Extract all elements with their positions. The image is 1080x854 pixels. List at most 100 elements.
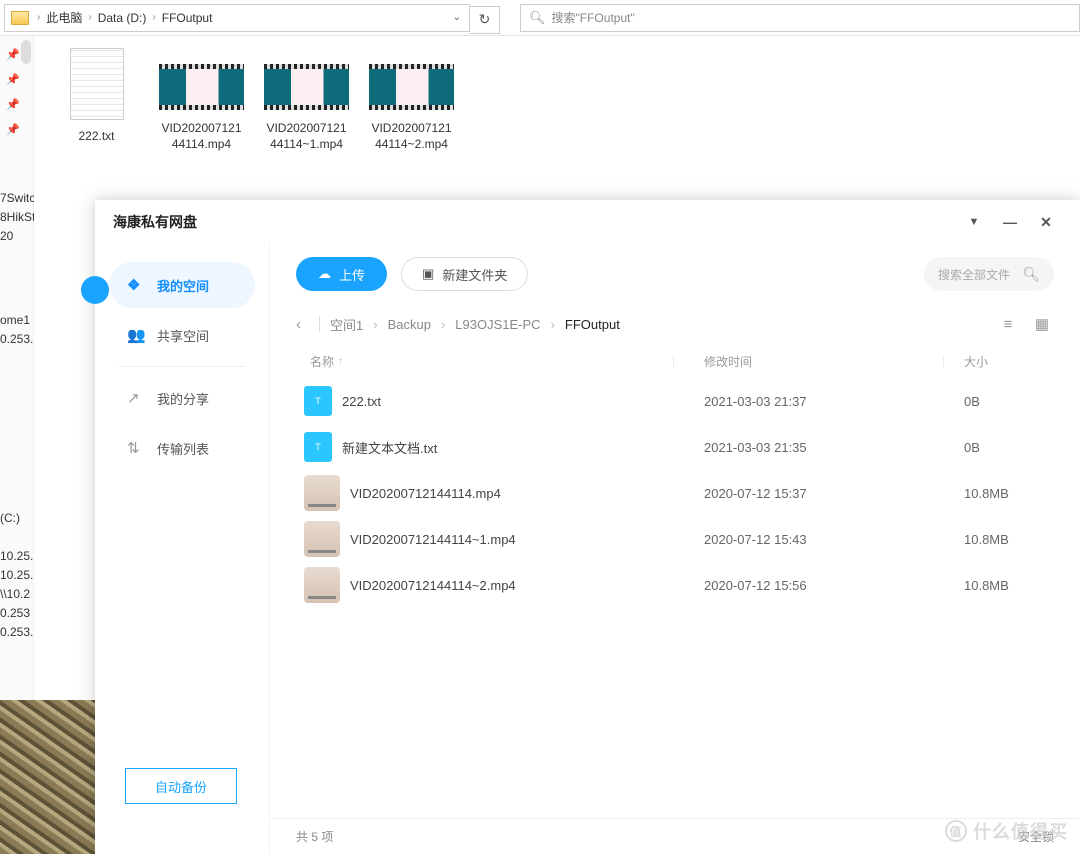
search-placeholder: 搜索"FFOutput" xyxy=(552,9,635,26)
window-title: 海康私有网盘 xyxy=(113,212,197,232)
upload-button[interactable]: ☁ 上传 xyxy=(296,257,387,291)
cloud-toolbar: ☁ 上传 ▣ 新建文件夹 搜索全部文件 🔍︎ xyxy=(270,244,1080,304)
file-row[interactable]: T222.txt2021-03-03 21:370B xyxy=(270,378,1080,424)
file-date: 2021-03-03 21:37 xyxy=(704,394,964,409)
file-name: VID20200712144114~1.mp4 xyxy=(264,120,349,152)
breadcrumb-item[interactable]: Data (D:) xyxy=(94,11,151,25)
file-item[interactable]: VID20200712144114.mp4 xyxy=(159,48,244,152)
sidebar-item-label: 共享空间 xyxy=(157,326,209,345)
file-name: VID20200712144114~1.mp4 xyxy=(350,532,704,547)
space-icon: ❖ xyxy=(127,276,145,294)
file-row[interactable]: VID20200712144114~2.mp42020-07-12 15:561… xyxy=(270,562,1080,608)
sidebar-item-label: 我的分享 xyxy=(157,389,209,408)
search-icon: 🔍︎ xyxy=(1022,266,1040,283)
column-size[interactable]: 大小 xyxy=(964,353,1054,370)
people-icon: 👥 xyxy=(127,326,145,344)
file-size: 10.8MB xyxy=(964,486,1054,501)
chevron-right-icon: › xyxy=(86,12,93,23)
file-size: 0B xyxy=(964,394,1054,409)
file-size: 0B xyxy=(964,440,1054,455)
sidebar-item-my-share[interactable]: ↗ 我的分享 xyxy=(109,375,255,421)
file-name: VID20200712144114~2.mp4 xyxy=(369,120,454,152)
chevron-right-icon: › xyxy=(441,317,445,332)
explorer-address-bar: › 此电脑 › Data (D:) › FFOutput ⌄ ↻ 🔍︎ 搜索"F… xyxy=(0,0,1080,36)
list-view-icon[interactable]: ≡ xyxy=(996,316,1020,333)
chevron-right-icon: › xyxy=(35,12,42,23)
column-name[interactable]: 名称 ↑ xyxy=(310,353,704,370)
breadcrumb-item[interactable]: 空间1 xyxy=(330,315,363,334)
file-size: 10.8MB xyxy=(964,532,1054,547)
file-row[interactable]: VID20200712144114~1.mp42020-07-12 15:431… xyxy=(270,516,1080,562)
search-icon: 🔍︎ xyxy=(529,10,546,26)
close-button[interactable]: ✕ xyxy=(1028,214,1064,231)
sidebar-item-shared-space[interactable]: 👥 共享空间 xyxy=(109,312,255,358)
sidebar-item-label: 传输列表 xyxy=(157,439,209,458)
back-button[interactable]: ‹ xyxy=(296,316,309,333)
watermark: 值 什么值得买 xyxy=(945,818,1068,844)
file-name: VID20200712144114.mp4 xyxy=(159,120,244,152)
video-thumb-icon xyxy=(264,64,349,110)
breadcrumb-item-current: FFOutput xyxy=(565,317,620,332)
minimize-button[interactable]: — xyxy=(992,214,1028,230)
video-thumb-icon xyxy=(304,521,340,557)
sidebar-item-transfer-list[interactable]: ⇅ 传输列表 xyxy=(109,425,255,471)
grid-view-icon[interactable]: ▦ xyxy=(1030,315,1054,333)
sidebar-item-label: 我的空间 xyxy=(157,276,209,295)
sidebar-item-my-space[interactable]: ❖ 我的空间 xyxy=(109,262,255,308)
item-count: 共 5 项 xyxy=(296,828,333,845)
video-thumb-icon xyxy=(159,64,244,110)
share-icon: ↗ xyxy=(127,389,145,407)
file-list-header: 名称 ↑ 修改时间 大小 xyxy=(270,344,1080,378)
new-folder-button[interactable]: ▣ 新建文件夹 xyxy=(401,257,528,291)
cloud-search-input[interactable]: 搜索全部文件 🔍︎ xyxy=(924,257,1054,291)
explorer-file-pane: 222.txt VID20200712144114.mp4 VID2020071… xyxy=(34,36,1080,206)
caret-down-icon[interactable]: ▼ xyxy=(956,216,992,228)
auto-backup-button[interactable]: 自动备份 xyxy=(125,768,237,804)
file-name: 222.txt xyxy=(342,394,704,409)
file-item[interactable]: 222.txt xyxy=(54,48,139,152)
watermark-icon: 值 xyxy=(945,820,967,842)
txt-file-icon: T xyxy=(304,432,332,462)
cloud-breadcrumb: ‹ 空间1 › Backup › L93OJS1E-PC › FFOutput … xyxy=(270,304,1080,344)
address-box[interactable]: › 此电脑 › Data (D:) › FFOutput ⌄ xyxy=(4,4,470,32)
video-thumb-icon xyxy=(304,567,340,603)
file-name: VID20200712144114.mp4 xyxy=(350,486,704,501)
breadcrumb-item[interactable]: L93OJS1E-PC xyxy=(455,317,540,332)
scrollbar-thumb[interactable] xyxy=(21,40,31,64)
chevron-right-icon: › xyxy=(150,12,157,23)
brand-accent-icon xyxy=(81,276,109,304)
chevron-down-icon[interactable]: ⌄ xyxy=(453,12,461,23)
cloud-main-pane: ☁ 上传 ▣ 新建文件夹 搜索全部文件 🔍︎ ‹ 空间1 › Backup xyxy=(270,244,1080,854)
transfer-icon: ⇅ xyxy=(127,439,145,457)
file-date: 2020-07-12 15:56 xyxy=(704,578,964,593)
file-item[interactable]: VID20200712144114~2.mp4 xyxy=(369,48,454,152)
breadcrumb-item[interactable]: 此电脑 xyxy=(42,9,86,26)
cloud-sidebar: ❖ 我的空间 👥 共享空间 ↗ 我的分享 ⇅ 传输列表 自动备份 xyxy=(95,244,270,854)
file-list: T222.txt2021-03-03 21:370B T 新建文本文档.txt 202… xyxy=(270,378,1080,608)
column-date[interactable]: 修改时间 xyxy=(704,353,964,370)
file-date: 2020-07-12 15:37 xyxy=(704,486,964,501)
breadcrumb-item[interactable]: FFOutput xyxy=(158,11,217,25)
txt-file-icon xyxy=(70,48,124,120)
window-titlebar[interactable]: 海康私有网盘 ▼ — ✕ xyxy=(95,200,1080,244)
explorer-search-input[interactable]: 🔍︎ 搜索"FFOutput" xyxy=(520,4,1080,32)
background-image xyxy=(0,700,95,854)
pin-icon: 📌 xyxy=(6,123,33,136)
search-placeholder: 搜索全部文件 xyxy=(938,266,1010,283)
refresh-button[interactable]: ↻ xyxy=(470,6,500,34)
pin-icon: 📌 xyxy=(6,73,33,86)
cloud-disk-window: 海康私有网盘 ▼ — ✕ ❖ 我的空间 👥 共享空间 ↗ 我的分享 ⇅ 传输列表 xyxy=(95,200,1080,854)
file-row[interactable]: T新建文本文档.txt2021-03-03 21:350B xyxy=(270,424,1080,470)
file-date: 2020-07-12 15:43 xyxy=(704,532,964,547)
video-thumb-icon xyxy=(304,475,340,511)
file-name: VID20200712144114~2.mp4 xyxy=(350,578,704,593)
pin-icon: 📌 xyxy=(6,98,33,111)
file-item[interactable]: VID20200712144114~1.mp4 xyxy=(264,48,349,152)
file-row[interactable]: VID20200712144114.mp42020-07-12 15:3710.… xyxy=(270,470,1080,516)
file-name: 新建文本文档.txt xyxy=(342,438,704,457)
chevron-right-icon: › xyxy=(373,317,377,332)
folder-plus-icon: ▣ xyxy=(422,266,434,282)
nav-strip-labels: 7Switch 8HikSt 20 ome1 0.253.1 xyxy=(0,191,34,351)
folder-icon xyxy=(11,11,29,25)
breadcrumb-item[interactable]: Backup xyxy=(388,317,431,332)
